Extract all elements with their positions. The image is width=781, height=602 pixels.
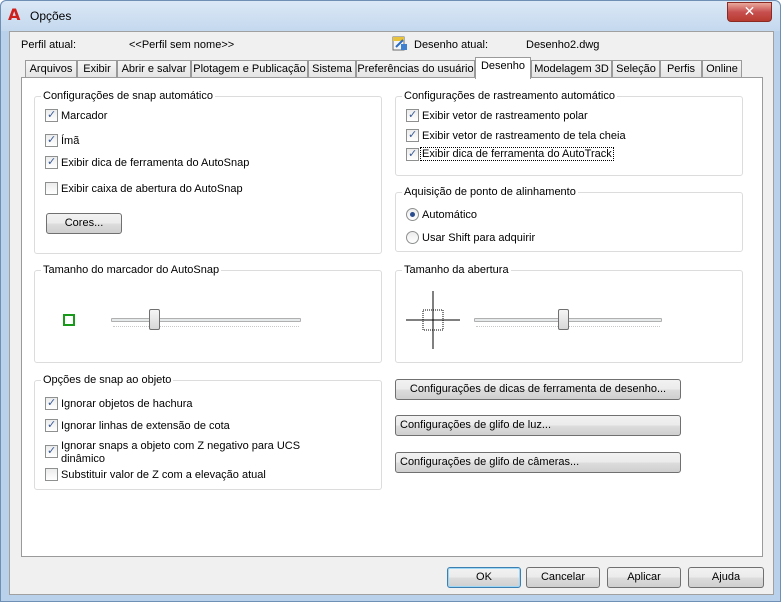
marker-size-title: Tamanho do marcador do AutoSnap (41, 264, 222, 276)
apply-button[interactable]: Aplicar (607, 567, 681, 588)
current-profile-value: <<Perfil sem nome>> (129, 39, 235, 51)
autosnap-aperture-box-checkbox[interactable] (45, 182, 58, 195)
tab-online[interactable]: Online (702, 60, 742, 78)
autosnap-settings-title: Configurações de snap automático (41, 90, 215, 102)
ignore-negative-z-label-line2: dinâmico (61, 453, 106, 465)
camera-glyph-settings-button[interactable]: Configurações de glifo de câmeras... (395, 452, 681, 473)
cancel-button[interactable]: Cancelar (526, 567, 600, 588)
marker-preview-icon (63, 314, 75, 326)
aperture-size-title: Tamanho da abertura (402, 264, 511, 276)
tab-preferencias-do-usuario[interactable]: Preferências do usuário (356, 60, 475, 78)
window-title: Opções (30, 9, 72, 23)
close-button[interactable]: ✕ (727, 2, 772, 22)
ignore-dimension-extension-label: Ignorar linhas de extensão de cota (61, 420, 230, 432)
magnet-label: Ímã (61, 135, 80, 147)
shift-to-acquire-radio[interactable] (406, 231, 419, 244)
tab-perfis[interactable]: Perfis (660, 60, 702, 78)
replace-z-checkbox[interactable] (45, 468, 58, 481)
marker-size-ticks (113, 326, 299, 327)
polar-tracking-vector-checkbox[interactable]: ✓ (406, 108, 419, 122)
ignore-hatch-checkbox[interactable]: ✓ (45, 396, 58, 410)
help-button[interactable]: Ajuda (688, 567, 764, 588)
alignment-acquisition-title: Aquisição de ponto de alinhamento (402, 186, 578, 198)
ignore-hatch-label: Ignorar objetos de hachura (61, 398, 193, 410)
autotrack-tooltip-label: Exibir dica de ferramenta do AutoTrack (420, 147, 614, 161)
ignore-negative-z-label: Ignorar snaps a objeto com Z negativo pa… (61, 440, 301, 452)
tab-sistema[interactable]: Sistema (308, 60, 356, 78)
marker-size-slider-thumb[interactable] (149, 309, 160, 330)
autocad-app-icon: A (8, 5, 21, 24)
aperture-preview-icon (406, 291, 460, 349)
tab-exibir[interactable]: Exibir (77, 60, 117, 78)
tab-desenho[interactable]: Desenho (475, 57, 531, 79)
current-drawing-label: Desenho atual: (414, 39, 488, 51)
marker-label: Marcador (61, 110, 108, 122)
aperture-size-slider-thumb[interactable] (558, 309, 569, 330)
magnet-checkbox[interactable]: ✓ (45, 133, 58, 147)
light-glyph-settings-button[interactable]: Configurações de glifo de luz... (395, 415, 681, 436)
marker-checkbox[interactable]: ✓ (45, 108, 58, 122)
ok-button[interactable]: OK (447, 567, 521, 588)
autosnap-tooltip-checkbox[interactable]: ✓ (45, 155, 58, 169)
autosnap-tooltip-label: Exibir dica de ferramenta do AutoSnap (61, 157, 250, 169)
fullscreen-tracking-vector-label: Exibir vetor de rastreamento de tela che… (422, 130, 626, 142)
automatic-label: Automático (422, 209, 478, 221)
tab-selecao[interactable]: Seleção (612, 60, 660, 78)
tab-modelagem-3d[interactable]: Modelagem 3D (531, 60, 612, 78)
autosnap-aperture-box-label: Exibir caixa de abertura do AutoSnap (61, 183, 243, 195)
drawing-file-icon (391, 35, 409, 51)
ignore-negative-z-checkbox[interactable]: ✓ (45, 444, 58, 458)
drafting-tooltip-settings-button[interactable]: Configurações de dicas de ferramenta de … (395, 379, 681, 400)
tab-arquivos[interactable]: Arquivos (25, 60, 77, 78)
tab-plotagem-e-publicacao[interactable]: Plotagem e Publicação (191, 60, 308, 78)
current-profile-label: Perfil atual: (21, 39, 77, 51)
fullscreen-tracking-vector-checkbox[interactable]: ✓ (406, 128, 419, 142)
tab-abrir-e-salvar[interactable]: Abrir e salvar (117, 60, 191, 78)
polar-tracking-vector-label: Exibir vetor de rastreamento polar (422, 110, 588, 122)
marker-size-slider[interactable] (111, 318, 301, 322)
shift-to-acquire-label: Usar Shift para adquirir (422, 232, 536, 244)
colors-button[interactable]: Cores... (46, 213, 122, 234)
automatic-radio[interactable] (406, 208, 419, 221)
title-bar[interactable]: A Opções (1, 1, 780, 31)
object-snap-options-title: Opções de snap ao objeto (41, 374, 174, 386)
marker-size-group: Tamanho do marcador do AutoSnap (34, 264, 382, 363)
current-drawing-value: Desenho2.dwg (526, 39, 600, 51)
ignore-dimension-extension-checkbox[interactable]: ✓ (45, 418, 58, 432)
autotrack-settings-title: Configurações de rastreamento automático (402, 90, 617, 102)
replace-z-label: Substituir valor de Z com a elevação atu… (61, 469, 266, 481)
options-dialog: A Opções ✕ Perfil atual: <<Perfil sem no… (0, 0, 781, 602)
autotrack-tooltip-checkbox[interactable]: ✓ (406, 147, 419, 161)
